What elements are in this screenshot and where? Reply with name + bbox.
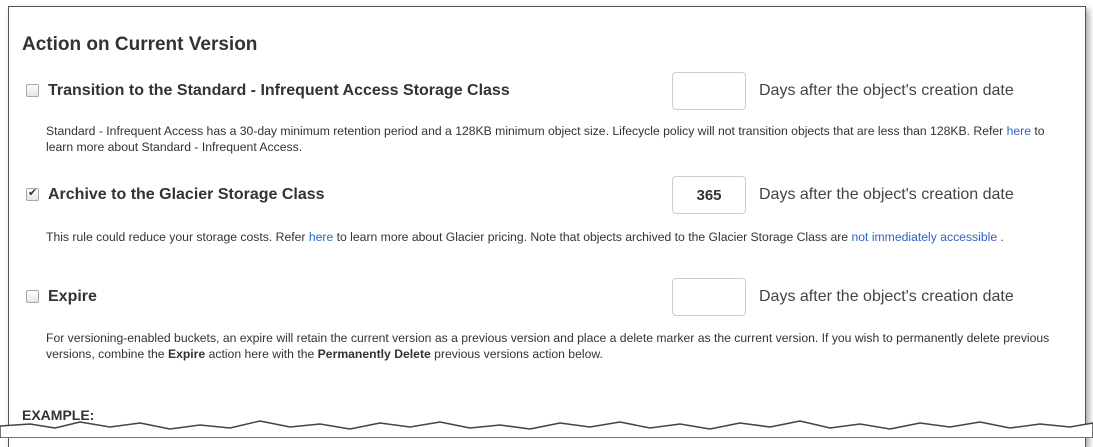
glacier-desc-text-end: . bbox=[997, 230, 1004, 244]
glacier-desc-text: This rule could reduce your storage cost… bbox=[46, 230, 309, 244]
glacier-row: Archive to the Glacier Storage Class Day… bbox=[26, 176, 1071, 216]
expire-desc-text-end: previous versions action below. bbox=[430, 347, 603, 361]
glacier-desc-text-mid: to learn more about Glacier pricing. Not… bbox=[333, 230, 852, 244]
transition-label: Transition to the Standard - Infrequent … bbox=[48, 82, 510, 99]
expire-bold-term: Expire bbox=[167, 347, 206, 361]
section-title: Action on Current Version bbox=[22, 34, 258, 55]
expire-label: Expire bbox=[48, 288, 97, 305]
transition-row: Transition to the Standard - Infrequent … bbox=[26, 72, 1071, 112]
expire-row: Expire Days after the object's creation … bbox=[26, 278, 1071, 318]
expire-days-input[interactable] bbox=[672, 278, 746, 316]
glacier-days-input[interactable] bbox=[672, 176, 746, 214]
not-immediately-accessible-link[interactable]: not immediately accessible bbox=[851, 230, 997, 244]
glacier-days-suffix: Days after the object's creation date bbox=[759, 186, 1014, 203]
expire-checkbox[interactable] bbox=[26, 290, 39, 303]
glacier-here-link[interactable]: here bbox=[309, 230, 333, 244]
expire-days-suffix: Days after the object's creation date bbox=[759, 288, 1014, 305]
transition-desc-text: Standard - Infrequent Access has a 30-da… bbox=[46, 124, 1007, 138]
torn-edge bbox=[0, 420, 1093, 438]
transition-days-input[interactable] bbox=[672, 72, 746, 110]
transition-here-link[interactable]: here bbox=[1007, 124, 1031, 138]
expire-desc-text-mid: action here with the bbox=[205, 347, 318, 361]
glacier-description: This rule could reduce your storage cost… bbox=[46, 229, 1056, 245]
expire-description: For versioning-enabled buckets, an expir… bbox=[46, 330, 1056, 362]
glacier-checkbox[interactable] bbox=[26, 186, 39, 201]
transition-days-suffix: Days after the object's creation date bbox=[759, 82, 1014, 99]
glacier-label: Archive to the Glacier Storage Class bbox=[48, 186, 325, 203]
permanently-delete-bold-term: Permanently Delete bbox=[317, 347, 431, 361]
transition-checkbox[interactable] bbox=[26, 84, 39, 97]
transition-description: Standard - Infrequent Access has a 30-da… bbox=[46, 123, 1056, 155]
